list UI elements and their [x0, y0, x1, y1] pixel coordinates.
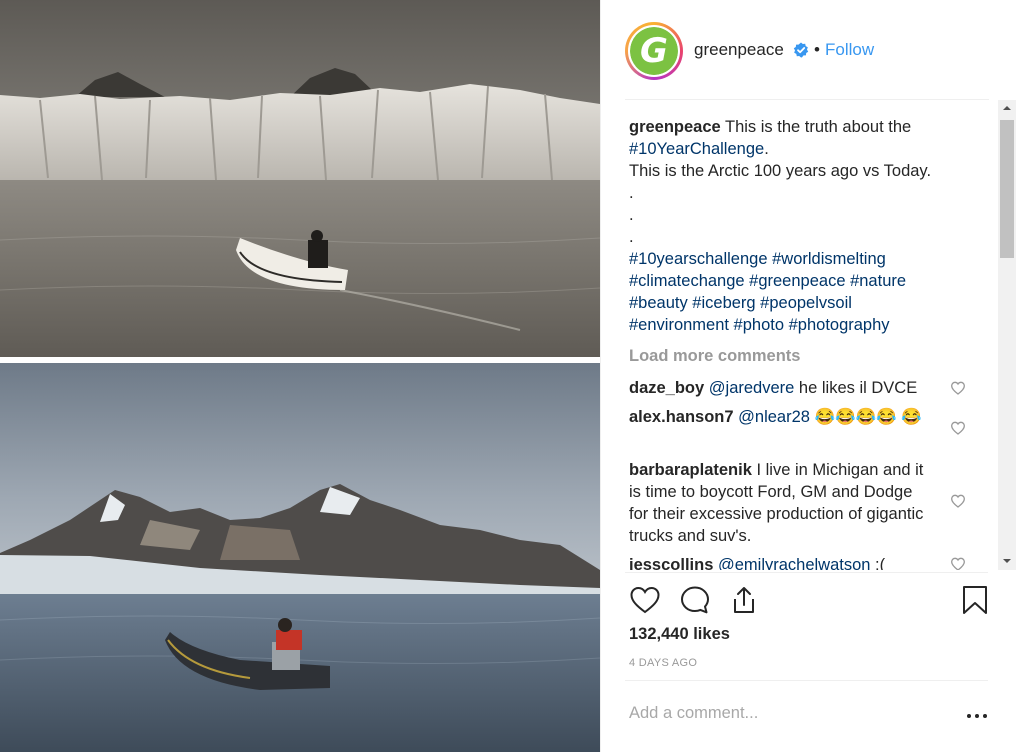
caption-text: This is the truth about the — [725, 118, 912, 136]
comment-mention[interactable]: @jaredvere — [709, 379, 795, 397]
photo-today — [0, 363, 600, 752]
post-caption: greenpeace This is the truth about the #… — [629, 116, 959, 336]
post-timestamp[interactable]: 4 DAYS AGO — [629, 657, 697, 669]
comment-item: alex.hanson7 @nlear28 😂😂😂😂 😂 — [629, 406, 929, 428]
more-options-icon[interactable] — [965, 704, 989, 728]
username[interactable]: greenpeace — [694, 40, 784, 60]
caption-dot: . — [629, 206, 634, 224]
follow-button[interactable]: Follow — [825, 40, 874, 60]
comment-mention[interactable]: @emilyrachelwatson — [718, 556, 870, 570]
hashtag-links[interactable]: #environment #photo #photography — [629, 314, 959, 336]
comment-item: barbaraplatenik I live in Michigan and i… — [629, 459, 929, 547]
comment-bubble-icon[interactable] — [679, 584, 711, 616]
post-photo — [0, 0, 600, 752]
comments-scrollbar[interactable] — [998, 100, 1016, 570]
verified-badge-icon — [793, 42, 809, 58]
like-heart-icon[interactable] — [629, 584, 661, 616]
caption-text: This is the Arctic 100 years ago vs Toda… — [629, 162, 932, 180]
comment-item: daze_boy @jaredvere he likes il DVCE — [629, 377, 929, 399]
comment-like-heart-icon[interactable] — [950, 380, 966, 396]
comment-like-heart-icon[interactable] — [950, 493, 966, 509]
comment-username[interactable]: daze_boy — [629, 379, 704, 397]
actions-divider — [625, 572, 988, 573]
comment-mention[interactable]: @nlear28 — [738, 408, 810, 426]
comment-username[interactable]: jesscollins — [629, 556, 713, 570]
comment-text: 😂😂😂😂 😂 — [809, 408, 922, 426]
hashtag-links[interactable]: #beauty #iceberg #peopelvsoil — [629, 292, 959, 314]
comments-section[interactable]: greenpeace This is the truth about the #… — [601, 100, 998, 570]
caption-dot: . — [629, 184, 634, 202]
hashtag-link[interactable]: #10YearChallenge — [629, 140, 764, 158]
comment-item: jesscollins @emilyrachelwatson :( — [629, 554, 929, 570]
save-bookmark-icon[interactable] — [959, 584, 991, 616]
hashtag-links[interactable]: #10yearschallenge #worldismelting — [629, 248, 959, 270]
photo-100-years-ago — [0, 0, 600, 357]
scrollbar-thumb[interactable] — [1000, 120, 1014, 258]
add-comment-input[interactable] — [629, 704, 929, 723]
caption-dot: . — [629, 228, 634, 246]
comment-username[interactable]: barbaraplatenik — [629, 461, 752, 479]
photo-divider — [0, 357, 600, 363]
header-separator: • — [814, 40, 820, 59]
share-icon[interactable] — [728, 584, 760, 616]
likes-count[interactable]: 132,440 likes — [629, 625, 730, 644]
comment-text: he likes il DVCE — [794, 379, 918, 397]
arctic-comparison-image — [0, 0, 600, 752]
avatar-logo-letter: G — [640, 31, 668, 71]
hashtag-links[interactable]: #climatechange #greenpeace #nature — [629, 270, 959, 292]
avatar-image: G — [630, 27, 678, 75]
comment-username[interactable]: alex.hanson7 — [629, 408, 734, 426]
load-more-comments-button[interactable]: Load more comments — [629, 347, 800, 366]
avatar[interactable]: G — [625, 22, 683, 80]
caption-username[interactable]: greenpeace — [629, 118, 721, 136]
comment-like-heart-icon[interactable] — [950, 420, 966, 436]
scroll-down-arrow-icon[interactable] — [998, 552, 1016, 569]
comment-text: :( — [870, 556, 886, 570]
add-comment-divider — [625, 680, 988, 681]
post-side-panel: G greenpeace • Follow greenpeace This is… — [600, 0, 1019, 752]
caption-punctuation: . — [764, 140, 769, 158]
scroll-up-arrow-icon[interactable] — [998, 100, 1016, 117]
comment-like-heart-icon[interactable] — [950, 556, 966, 570]
post-header: G greenpeace • Follow — [601, 0, 1019, 100]
